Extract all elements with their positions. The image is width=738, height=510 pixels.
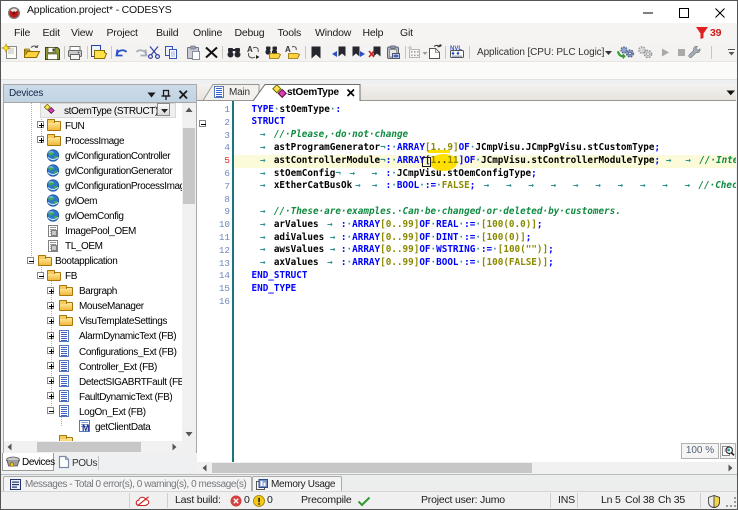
svg-text:A: A [247,45,253,54]
svg-text:A: A [285,45,291,54]
